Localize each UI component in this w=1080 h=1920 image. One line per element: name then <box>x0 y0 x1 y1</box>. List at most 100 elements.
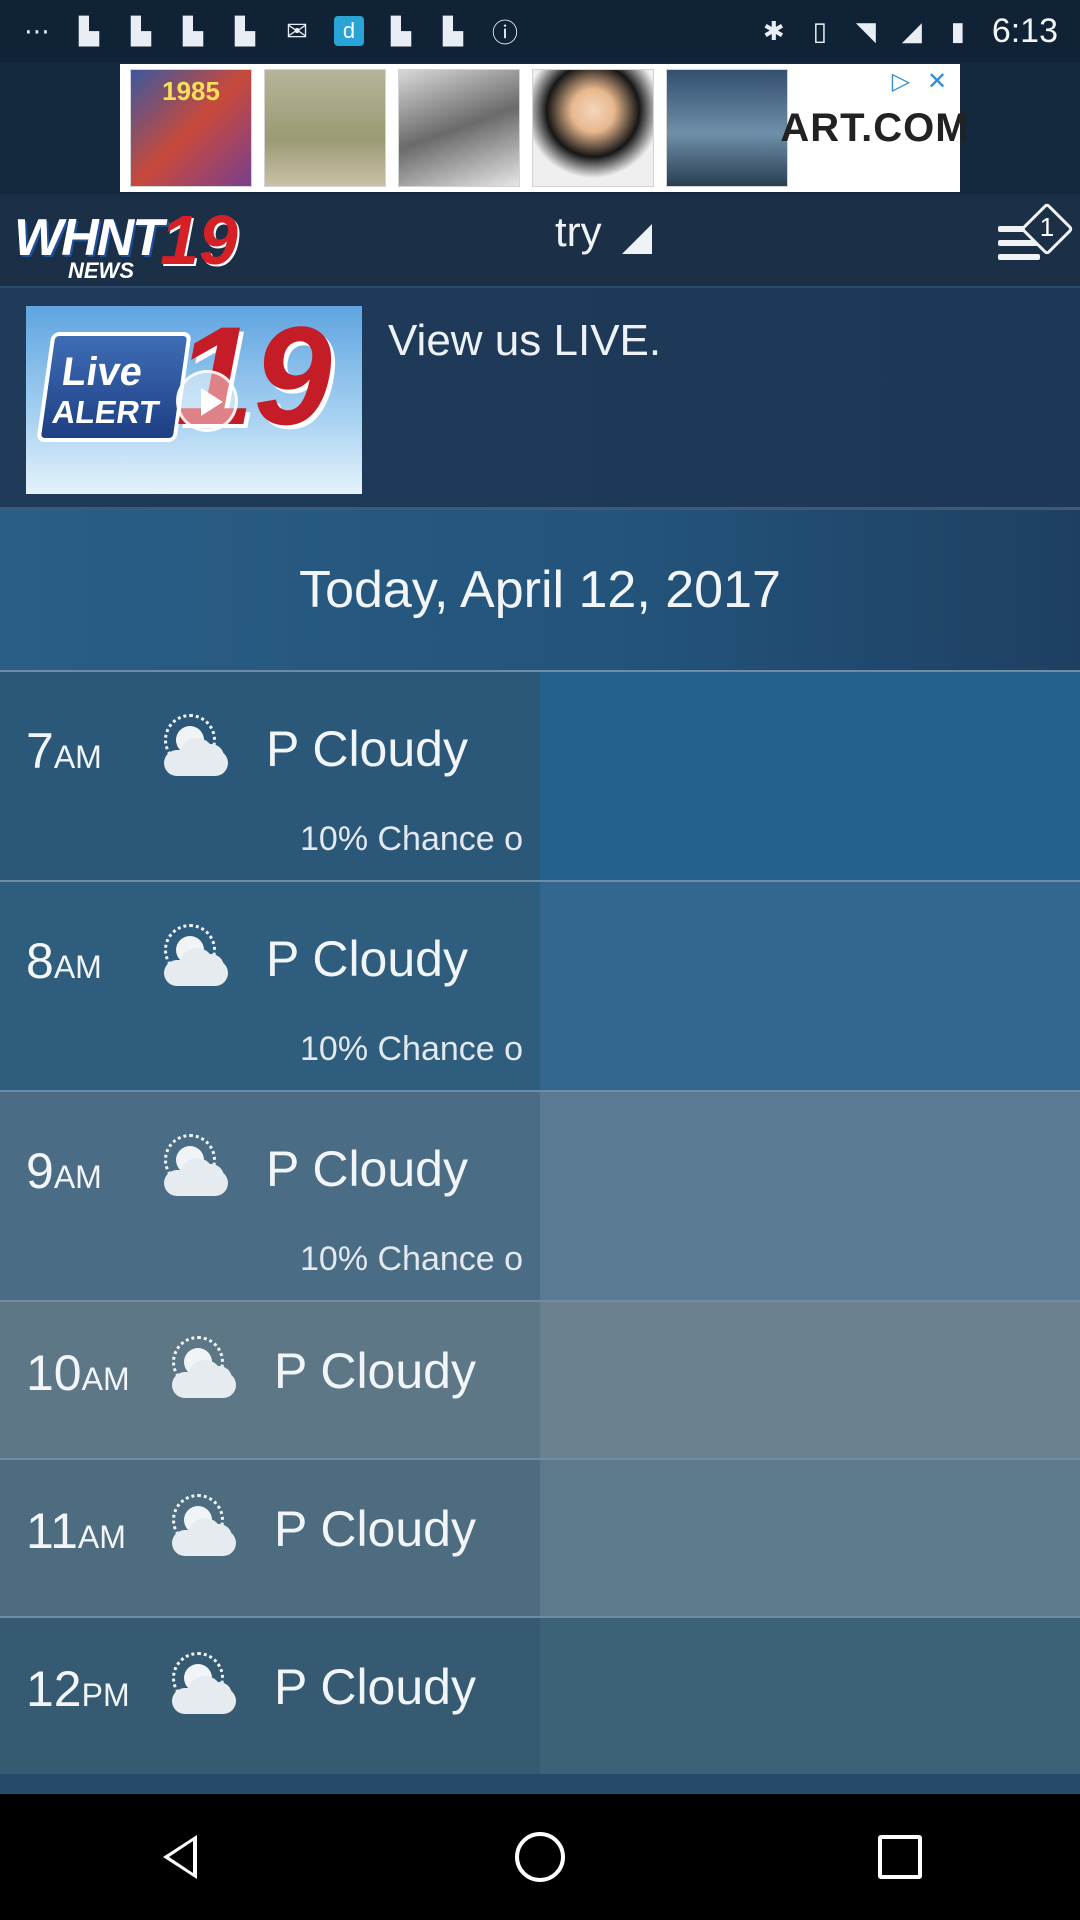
flipboard-icon: ▙ <box>79 15 99 46</box>
mail-icon: ✉ <box>286 15 308 46</box>
wifi-icon: ◥ <box>855 15 876 46</box>
hour-row-details: 7AM P Cloudy 10% Chance o <box>0 672 540 880</box>
hour-row[interactable]: 7AM P Cloudy 10% Chance o <box>0 670 1080 880</box>
hourly-forecast: Today, April 12, 2017 7AM P Cloudy 10% Cha… <box>0 510 1080 1794</box>
menu-icon-bar <box>998 254 1040 260</box>
ad-thumbnail <box>264 69 386 187</box>
ad-thumbnail <box>532 69 654 187</box>
notification-badge[interactable]: 1 <box>1020 202 1074 256</box>
flipboard-icon: ▙ <box>443 15 463 46</box>
hour-row-details: 9AM P Cloudy 10% Chance o <box>0 1092 540 1300</box>
condition-label: P Cloudy <box>266 1141 468 1197</box>
hour-number: 7 <box>26 723 54 779</box>
precip-label: 10% Chance o <box>300 1030 524 1068</box>
condition-label: P Cloudy <box>266 931 468 987</box>
hour-row-bar <box>540 882 1080 1090</box>
partly-cloudy-icon <box>150 924 230 990</box>
hour-label: 8AM <box>26 932 102 990</box>
ad-thumbnail <box>666 69 788 187</box>
recents-button[interactable] <box>855 1812 945 1902</box>
signal-icon: ◢ <box>901 15 922 46</box>
partly-cloudy-icon <box>150 1134 230 1200</box>
hour-label: 11AM <box>26 1502 126 1560</box>
flipboard-icon: ▙ <box>235 15 255 46</box>
hour-row-bar <box>540 1302 1080 1458</box>
hour-row-details: 11AM P Cloudy <box>0 1460 540 1616</box>
hour-row[interactable]: 9AM P Cloudy 10% Chance o <box>0 1090 1080 1300</box>
live-section: Live ALERT 19 View us LIVE. <box>0 288 1080 510</box>
hour-ampm: AM <box>53 739 102 775</box>
play-icon[interactable] <box>176 370 238 432</box>
live-alert-badge: Live ALERT <box>36 332 192 442</box>
hour-row[interactable]: 8AM P Cloudy 10% Chance o <box>0 880 1080 1090</box>
more-icon: ⋯ <box>24 15 50 46</box>
view-live-link[interactable]: View us LIVE. <box>388 316 661 366</box>
hour-label: 10AM <box>26 1344 130 1402</box>
clock: 6:13 <box>991 11 1058 50</box>
home-icon <box>515 1832 565 1882</box>
condition-label: P Cloudy <box>274 1659 476 1715</box>
hour-row-bar <box>540 672 1080 880</box>
home-button[interactable] <box>495 1812 585 1902</box>
ad-thumbnail <box>398 69 520 187</box>
app-logo[interactable]: WHNT NEWS 19 <box>4 200 262 284</box>
hour-label: 12PM <box>26 1660 130 1718</box>
flipboard-icon: ▙ <box>183 15 203 46</box>
hour-ampm: AM <box>81 1361 130 1397</box>
hour-number: 10 <box>26 1345 82 1401</box>
hour-row-bar <box>540 1618 1080 1774</box>
live-subtitle: ALERT <box>49 394 162 430</box>
ad-thumbnail: 1985 <box>130 69 252 187</box>
close-icon[interactable]: ✕ <box>922 66 952 96</box>
hour-label: 7AM <box>26 722 102 780</box>
hour-number: 9 <box>26 1143 54 1199</box>
hour-row-details: 12PM P Cloudy <box>0 1618 540 1774</box>
recents-icon <box>878 1835 922 1879</box>
notification-icons: ⋯ ▙ ▙ ▙ ▙ ✉ d ▙ ▙ ⓘ <box>22 15 520 48</box>
back-button[interactable] <box>135 1812 225 1902</box>
partly-cloudy-icon <box>158 1652 238 1718</box>
condition-label: P Cloudy <box>274 1343 476 1399</box>
forecast-date-header: Today, April 12, 2017 <box>0 510 1080 670</box>
system-icons: ✱ ▯ ◥ ◢ ▮ 6:13 <box>762 12 1058 51</box>
location-dropdown[interactable]: try <box>555 208 652 256</box>
ad-thumb-label: 1985 <box>162 76 220 106</box>
hour-row-details: 10AM P Cloudy <box>0 1302 540 1458</box>
status-bar: ⋯ ▙ ▙ ▙ ▙ ✉ d ▙ ▙ ⓘ ✱ ▯ ◥ ◢ ▮ 6:13 <box>0 0 1080 62</box>
hour-row-details: 8AM P Cloudy 10% Chance o <box>0 882 540 1090</box>
badge-count: 1 <box>1039 212 1055 242</box>
flipboard-icon: ▙ <box>391 15 411 46</box>
battery-icon: ▮ <box>950 15 965 46</box>
ad-choices: ▷ ✕ <box>886 66 952 96</box>
flipboard-icon: ▙ <box>131 15 151 46</box>
system-nav-bar <box>0 1794 1080 1920</box>
adchoices-icon[interactable]: ▷ <box>886 66 916 96</box>
forecast-date: Today, April 12, 2017 <box>299 561 781 619</box>
hour-number: 12 <box>26 1661 82 1717</box>
hour-row[interactable]: 12PM P Cloudy <box>0 1616 1080 1774</box>
precip-label: 10% Chance o <box>300 1240 524 1278</box>
dropdown-arrow-icon <box>621 224 652 254</box>
bluetooth-icon: ✱ <box>762 15 785 46</box>
dictionary-icon: d <box>334 16 364 46</box>
hour-row-bar <box>540 1092 1080 1300</box>
location-label: try <box>555 208 602 255</box>
condition-label: P Cloudy <box>274 1501 476 1557</box>
hour-ampm: AM <box>53 1159 102 1195</box>
info-icon: ⓘ <box>491 17 518 48</box>
hour-row-bar <box>540 1460 1080 1616</box>
hour-label: 9AM <box>26 1142 102 1200</box>
back-icon <box>163 1835 197 1879</box>
hour-row[interactable]: 10AM P Cloudy <box>0 1300 1080 1458</box>
partly-cloudy-icon <box>158 1494 238 1560</box>
app-header: WHNT NEWS 19 try <box>0 194 1080 288</box>
hour-ampm: AM <box>77 1519 126 1555</box>
hour-ampm: AM <box>53 949 102 985</box>
condition-label: P Cloudy <box>266 721 468 777</box>
ad-banner[interactable]: 1985 ART.COM ▷ ✕ <box>120 64 969 192</box>
live-video-thumbnail[interactable]: Live ALERT 19 <box>26 306 362 494</box>
hour-number: 11 <box>26 1503 78 1559</box>
hour-row[interactable]: 11AM P Cloudy <box>0 1458 1080 1616</box>
partly-cloudy-icon <box>158 1336 238 1402</box>
hour-ampm: PM <box>81 1677 130 1713</box>
